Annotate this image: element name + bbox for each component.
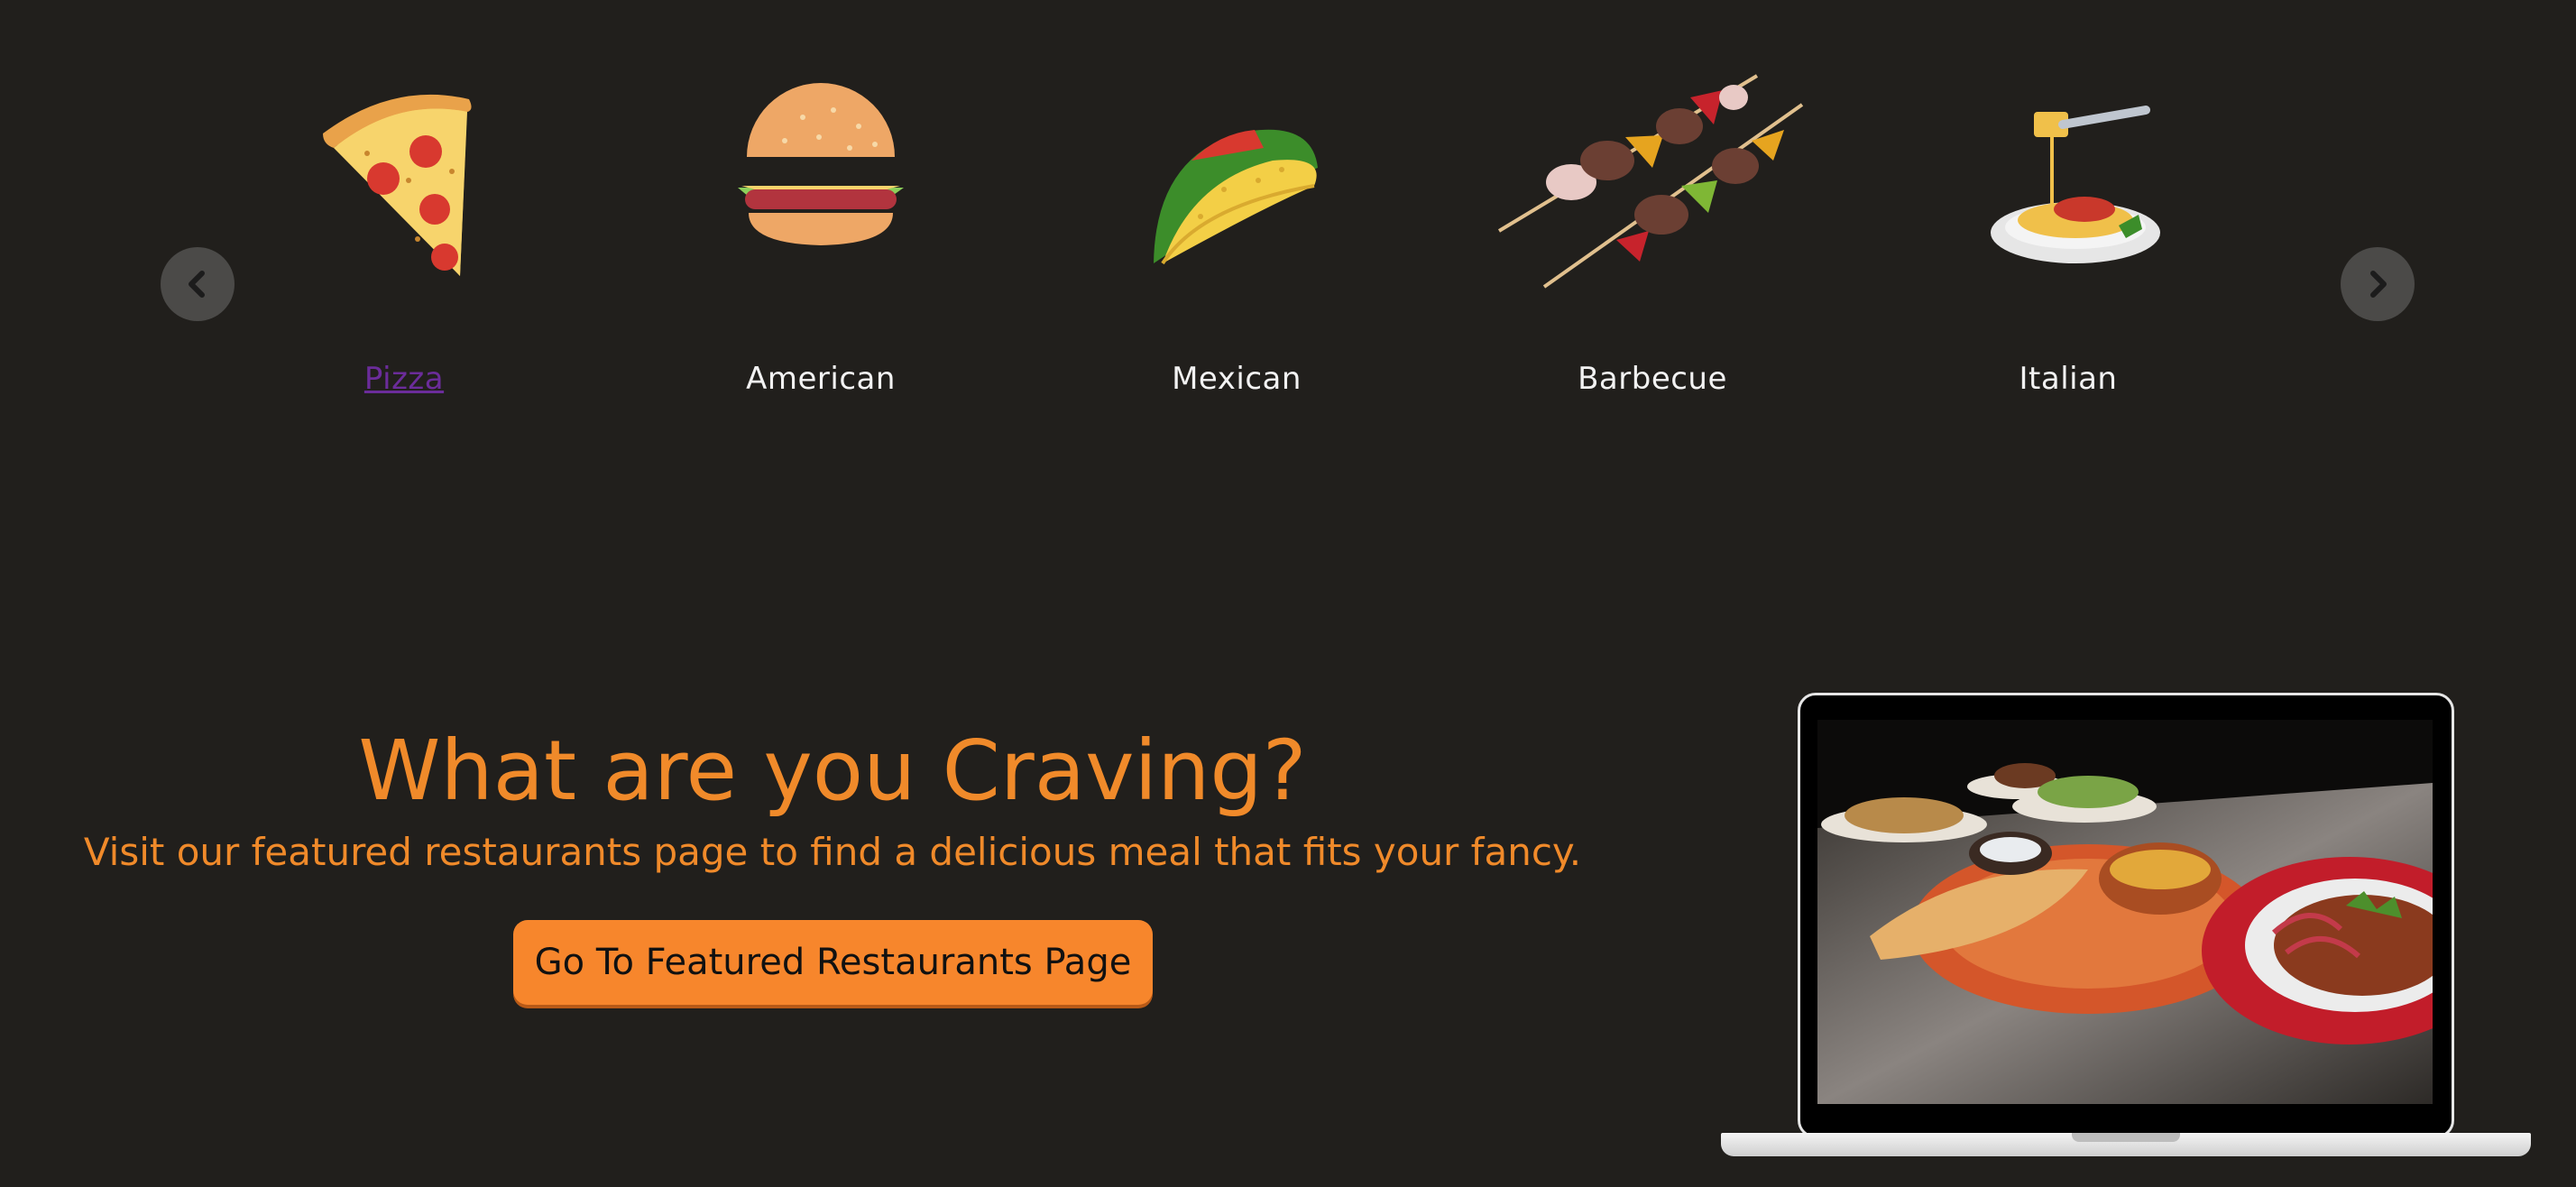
laptop-notch [2072,1133,2180,1142]
burger-icon [738,83,904,245]
category-label-barbecue[interactable]: Barbecue [1481,361,1824,397]
category-barbecue[interactable]: Barbecue [1481,54,1824,415]
cuisine-carousel: Pizza American Mexican Barbecue Italian [0,0,2576,424]
category-label-pizza[interactable]: Pizza [233,361,575,397]
carousel-prev-button[interactable] [161,247,235,321]
category-label-mexican[interactable]: Mexican [1065,361,1408,397]
hero-subtitle: Visit our featured restaurants page to f… [83,830,1582,874]
pizza-icon [323,94,472,276]
category-italian[interactable]: Italian [1897,54,2240,415]
hero-title: What are you Craving? [358,722,1307,819]
laptop-mockup [1721,691,2533,1160]
category-pizza[interactable]: Pizza [233,54,575,415]
skewer-icon [1497,74,1804,289]
taco-icon [1154,129,1318,265]
category-mexican[interactable]: Mexican [1065,54,1408,415]
carousel-next-button[interactable] [2341,247,2415,321]
category-label-italian[interactable]: Italian [1897,361,2240,397]
restaurant-dishes-photo [1817,720,2433,1104]
chevron-right-icon [2370,271,2387,298]
page: Pizza American Mexican Barbecue Italian … [0,0,2576,1187]
featured-restaurants-button[interactable]: Go To Featured Restaurants Page [513,920,1153,1005]
category-american[interactable]: American [649,54,992,415]
chevron-left-icon [189,271,205,298]
category-label-american[interactable]: American [649,361,992,397]
spaghetti-icon [1991,106,2160,263]
